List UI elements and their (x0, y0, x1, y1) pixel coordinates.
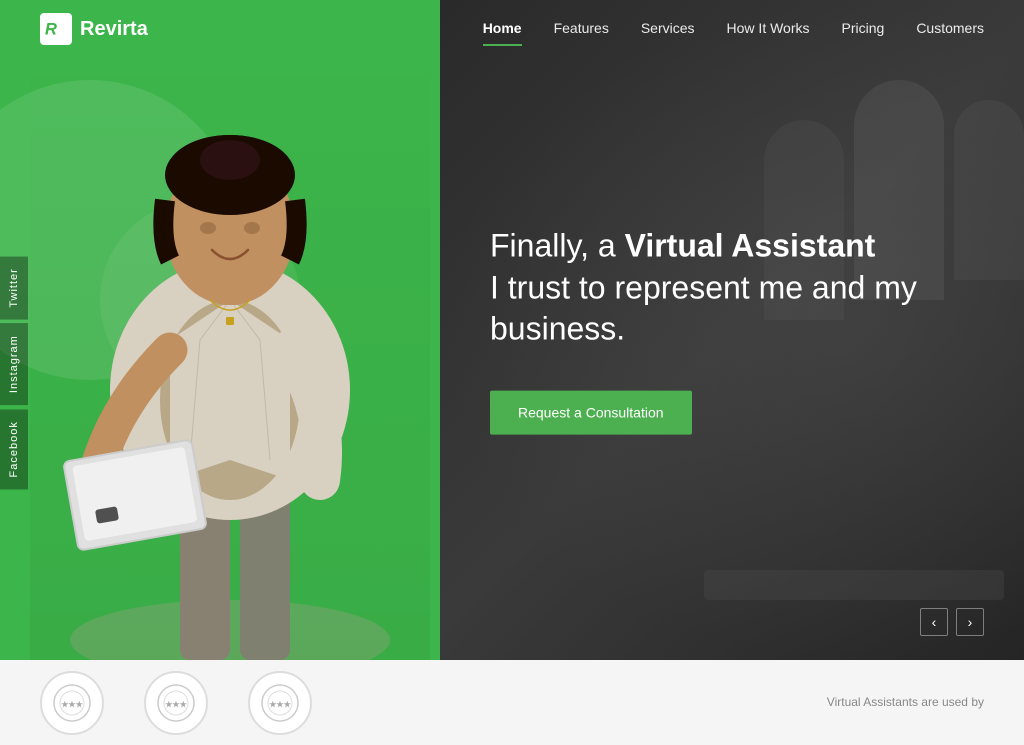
brand-name: Revirta (80, 18, 148, 41)
slider-prev-button[interactable]: ‹ (920, 608, 948, 636)
social-sidebar: Twitter Instagram Facebook (0, 256, 28, 490)
social-twitter[interactable]: Facebook (0, 409, 28, 489)
cta-button[interactable]: Request a Consultation (490, 390, 692, 434)
svg-text:R: R (45, 21, 57, 39)
partner-badge-2: ★★★ (144, 671, 208, 735)
slider-next-button[interactable]: › (956, 608, 984, 636)
person-svg (40, 60, 420, 660)
nav-link-pricing[interactable]: Pricing (842, 20, 885, 36)
bg-table (704, 570, 1004, 600)
nav-item-home[interactable]: Home (483, 20, 522, 38)
nav-item-features[interactable]: Features (554, 20, 609, 38)
hero-person-image (30, 40, 430, 660)
brand-logo[interactable]: R Revirta (40, 13, 148, 45)
partner-badge-3: ★★★ (248, 671, 312, 735)
social-facebook[interactable]: Twitter (0, 256, 28, 319)
nav-item-how-it-works[interactable]: How It Works (727, 20, 810, 38)
nav-links: Home Features Services How It Works Pric… (483, 20, 984, 38)
nav-link-home[interactable]: Home (483, 20, 522, 36)
hero-headline: Finally, a Virtual Assistant I trust to … (490, 226, 930, 351)
nav-item-customers[interactable]: Customers (916, 20, 984, 38)
social-instagram[interactable]: Instagram (0, 323, 28, 405)
slider-controls: ‹ › (920, 608, 984, 636)
navbar: R Revirta Home Features Services How It … (0, 0, 1024, 58)
svg-text:★★★: ★★★ (61, 700, 83, 709)
nav-item-services[interactable]: Services (641, 20, 695, 38)
bottom-tagline: Virtual Assistants are used by (827, 694, 984, 711)
bottom-bar: ★★★ ★★★ ★★★ Virtual Assistants are used … (0, 660, 1024, 745)
nav-link-services[interactable]: Services (641, 20, 695, 36)
nav-link-how-it-works[interactable]: How It Works (727, 20, 810, 36)
hero-content: Finally, a Virtual Assistant I trust to … (490, 226, 930, 435)
headline-bold: Virtual Assistant (625, 228, 876, 264)
logo-icon: R (40, 13, 72, 45)
nav-item-pricing[interactable]: Pricing (842, 20, 885, 38)
nav-link-features[interactable]: Features (554, 20, 609, 36)
hero-section: Finally, a Virtual Assistant I trust to … (0, 0, 1024, 660)
headline-part2: I trust to represent me and my business. (490, 269, 917, 347)
svg-text:★★★: ★★★ (269, 700, 291, 709)
partner-logos: ★★★ ★★★ ★★★ (40, 671, 312, 735)
svg-text:★★★: ★★★ (165, 700, 187, 709)
hero-left-panel (0, 0, 440, 660)
nav-link-customers[interactable]: Customers (916, 20, 984, 36)
bg-figure-3 (954, 100, 1024, 280)
headline-part1: Finally, a (490, 228, 625, 264)
partner-badge-1: ★★★ (40, 671, 104, 735)
